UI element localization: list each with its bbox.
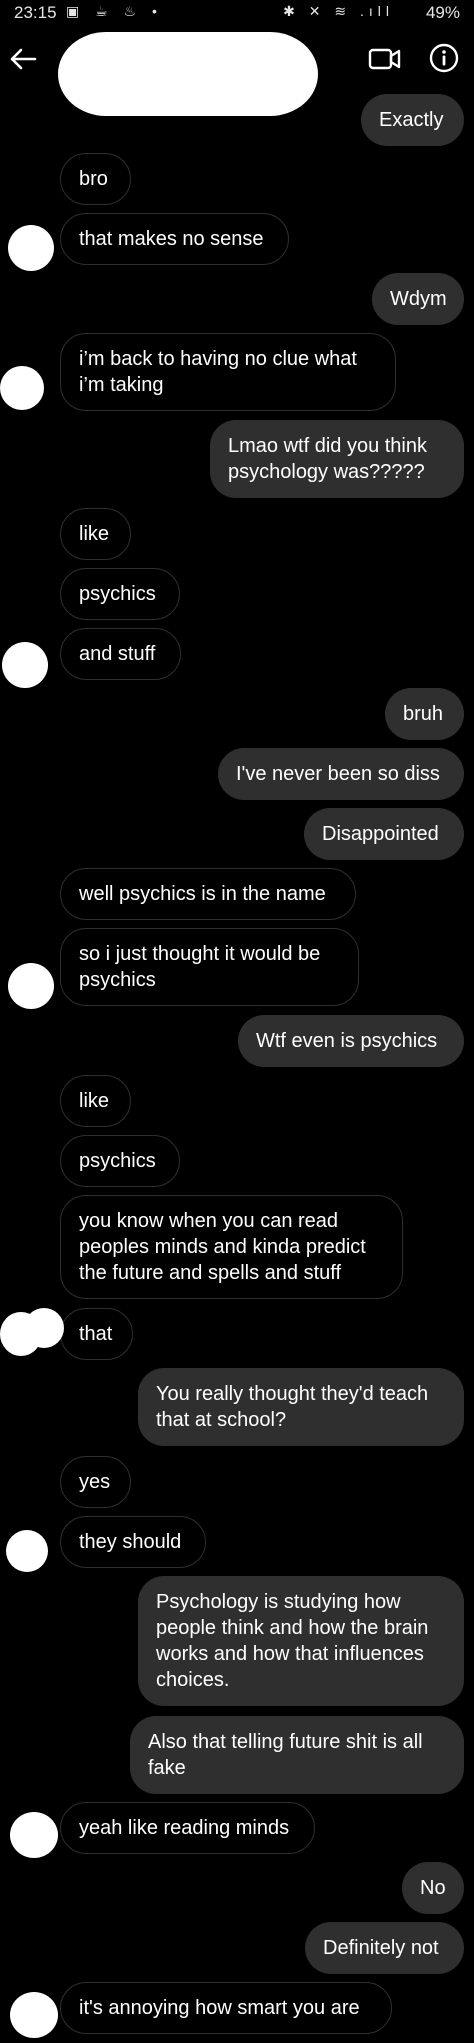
message-bubble-received[interactable]: you know when you can read peoples minds… (60, 1195, 403, 1299)
chat-screen: 23:15 ▣ ☕ ♨ • ✱ ✕ ≋ .ıll 49% Exactly bro… (0, 0, 474, 2043)
message-bubble-sent[interactable]: Also that telling future shit is all fak… (130, 1716, 464, 1794)
message-bubble-received[interactable]: psychics (60, 568, 180, 620)
contact-avatar[interactable] (8, 963, 54, 1009)
info-icon[interactable] (428, 42, 460, 74)
system-icons: ✱ ✕ ≋ .ıll (283, 3, 394, 19)
message-bubble-sent[interactable]: No (402, 1862, 464, 1914)
contact-avatar[interactable] (10, 1992, 58, 2038)
message-bubble-sent[interactable]: bruh (385, 688, 464, 740)
message-bubble-sent[interactable]: Exactly (361, 94, 464, 146)
video-call-icon[interactable] (368, 44, 402, 74)
message-bubble-sent[interactable]: I've never been so diss (218, 748, 464, 800)
message-bubble-sent[interactable]: Psychology is studying how people think … (138, 1576, 464, 1706)
message-bubble-received[interactable]: that (60, 1308, 133, 1360)
contact-name-redacted[interactable] (58, 32, 318, 116)
contact-avatar[interactable] (8, 225, 54, 271)
message-bubble-received[interactable]: it's annoying how smart you are (60, 1982, 392, 2034)
chat-header (0, 26, 474, 116)
contact-avatar[interactable] (0, 366, 44, 410)
status-bar: 23:15 ▣ ☕ ♨ • ✱ ✕ ≋ .ıll 49% (0, 0, 474, 26)
message-bubble-received[interactable]: well psychics is in the name (60, 868, 356, 920)
message-bubble-received[interactable]: that makes no sense (60, 213, 289, 265)
contact-avatar (24, 1308, 64, 1348)
message-bubble-received[interactable]: yes (60, 1456, 131, 1508)
message-bubble-received[interactable]: they should (60, 1516, 206, 1568)
message-bubble-sent[interactable]: Lmao wtf did you think psychology was???… (210, 420, 464, 498)
notification-icons: ▣ ☕ ♨ • (66, 3, 163, 19)
contact-avatar[interactable] (6, 1530, 48, 1572)
message-bubble-sent[interactable]: You really thought they'd teach that at … (138, 1368, 464, 1446)
battery-level: 49% (425, 3, 460, 22)
back-arrow-icon[interactable] (8, 44, 38, 74)
message-bubble-received[interactable]: and stuff (60, 628, 181, 680)
message-bubble-sent[interactable]: Disappointed (304, 808, 464, 860)
message-bubble-received[interactable]: psychics (60, 1135, 180, 1187)
contact-avatar[interactable] (10, 1812, 58, 1858)
message-bubble-received[interactable]: bro (60, 153, 131, 205)
message-bubble-received[interactable]: like (60, 1075, 131, 1127)
message-bubble-sent[interactable]: Wtf even is psychics (238, 1015, 464, 1067)
message-bubble-received[interactable]: so i just thought it would be psychics (60, 928, 359, 1006)
status-time: 23:15 (14, 3, 57, 22)
message-bubble-sent[interactable]: Definitely not (305, 1922, 464, 1974)
contact-avatar[interactable] (2, 642, 48, 688)
message-bubble-received[interactable]: i’m back to having no clue what i’m taki… (60, 333, 396, 411)
message-bubble-received[interactable]: yeah like reading minds (60, 1802, 315, 1854)
message-bubble-sent[interactable]: Wdym (372, 273, 464, 325)
message-bubble-received[interactable]: like (60, 508, 131, 560)
